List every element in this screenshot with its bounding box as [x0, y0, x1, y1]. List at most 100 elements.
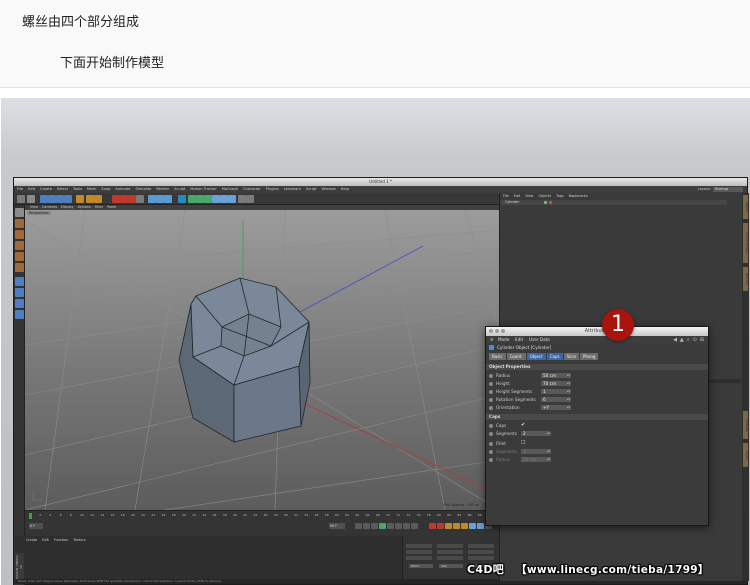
- playback-button-icon[interactable]: [395, 523, 402, 529]
- coord-row-2[interactable]: [406, 550, 497, 554]
- left-tool-icon[interactable]: [15, 310, 24, 319]
- om-menu-file[interactable]: File: [503, 193, 509, 199]
- side-tab-layers[interactable]: Layers: [743, 443, 748, 467]
- toolbar-tool-icon[interactable]: [228, 195, 236, 203]
- toolbar-tool-icon[interactable]: [238, 195, 246, 203]
- animate-dot-icon[interactable]: [489, 373, 493, 378]
- tab-coord-[interactable]: Coord.: [506, 353, 526, 360]
- toolbar-tool-icon[interactable]: [164, 195, 172, 203]
- tab-caps[interactable]: Caps: [546, 353, 563, 360]
- toolbar-tool-icon[interactable]: [156, 195, 164, 203]
- animate-dot-icon[interactable]: [489, 405, 493, 410]
- playhead-marker[interactable]: [29, 513, 32, 519]
- field-segments[interactable]: Segments 2 ▴▾: [489, 430, 704, 437]
- close-icon[interactable]: [489, 329, 493, 333]
- field-height[interactable]: Height 70 cm ▴▾: [489, 380, 704, 387]
- menu-edit[interactable]: Edit: [515, 336, 523, 343]
- playback-button-icon[interactable]: [461, 523, 468, 529]
- layout-select[interactable]: Startup: [713, 187, 743, 192]
- side-tab-attributes[interactable]: Attributes: [743, 411, 748, 439]
- tab-slice[interactable]: Slice: [563, 353, 579, 360]
- toolbar-tool-icon[interactable]: [27, 195, 35, 203]
- caps-checkbox[interactable]: ✔: [521, 422, 525, 429]
- om-menu-objects[interactable]: Objects: [538, 193, 551, 199]
- toolbar-tool-icon[interactable]: [178, 195, 186, 203]
- menu-help[interactable]: Help: [341, 186, 349, 193]
- field-caps[interactable]: Caps ✔: [489, 422, 704, 429]
- left-tool-icon[interactable]: [15, 219, 24, 228]
- playback-button-icon[interactable]: [411, 523, 418, 529]
- toolbar-tool-icon[interactable]: [40, 195, 48, 203]
- menu-snap[interactable]: Snap: [101, 186, 110, 193]
- playback-button-icon[interactable]: [363, 523, 370, 529]
- left-tool-icon[interactable]: [15, 288, 24, 297]
- menu-lenslearn[interactable]: Lenslearn: [284, 186, 301, 193]
- animate-dot-icon[interactable]: [489, 397, 493, 402]
- height-segments-input[interactable]: 1 ▴▾: [541, 389, 571, 394]
- spinner-arrows-icon[interactable]: ▴▾: [547, 449, 550, 454]
- render-dot-icon[interactable]: [549, 201, 552, 204]
- maximize-icon[interactable]: [501, 329, 505, 333]
- timeline[interactable]: 0246810121416182022242628303234363840424…: [25, 510, 499, 536]
- menu-mesh[interactable]: Mesh: [87, 186, 96, 193]
- coord-row-1[interactable]: [406, 544, 497, 548]
- new-window-icon[interactable]: ⊞: [700, 337, 704, 343]
- field-rotation-segments[interactable]: Rotation Segments 6 ▴▾: [489, 396, 704, 403]
- spinner-arrows-icon[interactable]: ▴▾: [567, 397, 570, 402]
- animate-dot-icon[interactable]: [489, 441, 493, 446]
- search-icon[interactable]: ⌕: [687, 337, 690, 343]
- animate-dot-icon[interactable]: [489, 423, 493, 428]
- field-fillet[interactable]: Fillet ☐: [489, 440, 704, 447]
- left-tool-icon[interactable]: [15, 241, 24, 250]
- lock-icon[interactable]: ⊙: [693, 337, 697, 343]
- playback-button-icon[interactable]: [355, 523, 362, 529]
- toolbar-tool-icon[interactable]: [112, 195, 120, 203]
- field-radius[interactable]: Radius 50 cm ▴▾: [489, 372, 704, 379]
- playback-button-icon[interactable]: [379, 523, 386, 529]
- om-menu-view[interactable]: View: [525, 193, 533, 199]
- tab-basic[interactable]: Basic: [489, 353, 506, 360]
- playback-button-icon[interactable]: [429, 523, 436, 529]
- animate-dot-icon[interactable]: [489, 381, 493, 386]
- menu-script[interactable]: Script: [306, 186, 316, 193]
- world-select[interactable]: World: [409, 564, 433, 568]
- fillet-checkbox[interactable]: ☐: [521, 440, 525, 447]
- toolbar-tool-icon[interactable]: [148, 195, 156, 203]
- spinner-arrows-icon[interactable]: ▴▾: [567, 373, 570, 378]
- toolbar-tool-icon[interactable]: [204, 195, 212, 203]
- animate-dot-icon[interactable]: [489, 389, 493, 394]
- rotation-segments-input[interactable]: 6 ▴▾: [541, 397, 571, 402]
- left-tool-icon[interactable]: [15, 263, 24, 272]
- left-tool-icon[interactable]: [15, 299, 24, 308]
- material-menu-texture[interactable]: Texture: [73, 538, 85, 542]
- end-frame-field[interactable]: 90 F: [329, 523, 345, 529]
- spinner-arrows-icon[interactable]: ▴▾: [547, 457, 550, 462]
- side-tab-structure[interactable]: Structure: [743, 267, 748, 291]
- tab-phong[interactable]: Phong: [580, 353, 599, 360]
- menu-edit[interactable]: Edit: [28, 186, 35, 193]
- side-tab-content-browser[interactable]: Content Browser: [743, 223, 748, 263]
- toolbar-tool-icon[interactable]: [188, 195, 196, 203]
- om-menu-tags[interactable]: Tags: [556, 193, 564, 199]
- field-height-segments[interactable]: Height Segments 1 ▴▾: [489, 388, 704, 395]
- spinner-arrows-icon[interactable]: ▴▾: [567, 389, 570, 394]
- menu-plugins[interactable]: Plugins: [266, 186, 279, 193]
- viewport[interactable]: Perspective Grid Spacing: 100 cm: [25, 210, 499, 510]
- object-item-cylinder[interactable]: Cylinder: [501, 200, 727, 205]
- visible-dot-icon[interactable]: [544, 201, 547, 204]
- toolbar-tool-icon[interactable]: [94, 195, 102, 203]
- back-arrow-icon[interactable]: ◀: [673, 337, 677, 343]
- coord-row-3[interactable]: [406, 556, 497, 560]
- menu-window[interactable]: Window: [321, 186, 335, 193]
- toolbar-tool-icon[interactable]: [246, 195, 254, 203]
- left-tool-icon[interactable]: [15, 252, 24, 261]
- toolbar-tool-icon[interactable]: [196, 195, 204, 203]
- material-menu-function[interactable]: Function: [54, 538, 68, 542]
- spinner-arrows-icon[interactable]: ▴▾: [567, 405, 570, 410]
- playback-button-icon[interactable]: [403, 523, 410, 529]
- tab-object[interactable]: Object: [526, 353, 546, 360]
- playback-button-icon[interactable]: [371, 523, 378, 529]
- toolbar-tool-icon[interactable]: [220, 195, 228, 203]
- playback-button-icon[interactable]: [445, 523, 452, 529]
- menu-render[interactable]: Render: [156, 186, 169, 193]
